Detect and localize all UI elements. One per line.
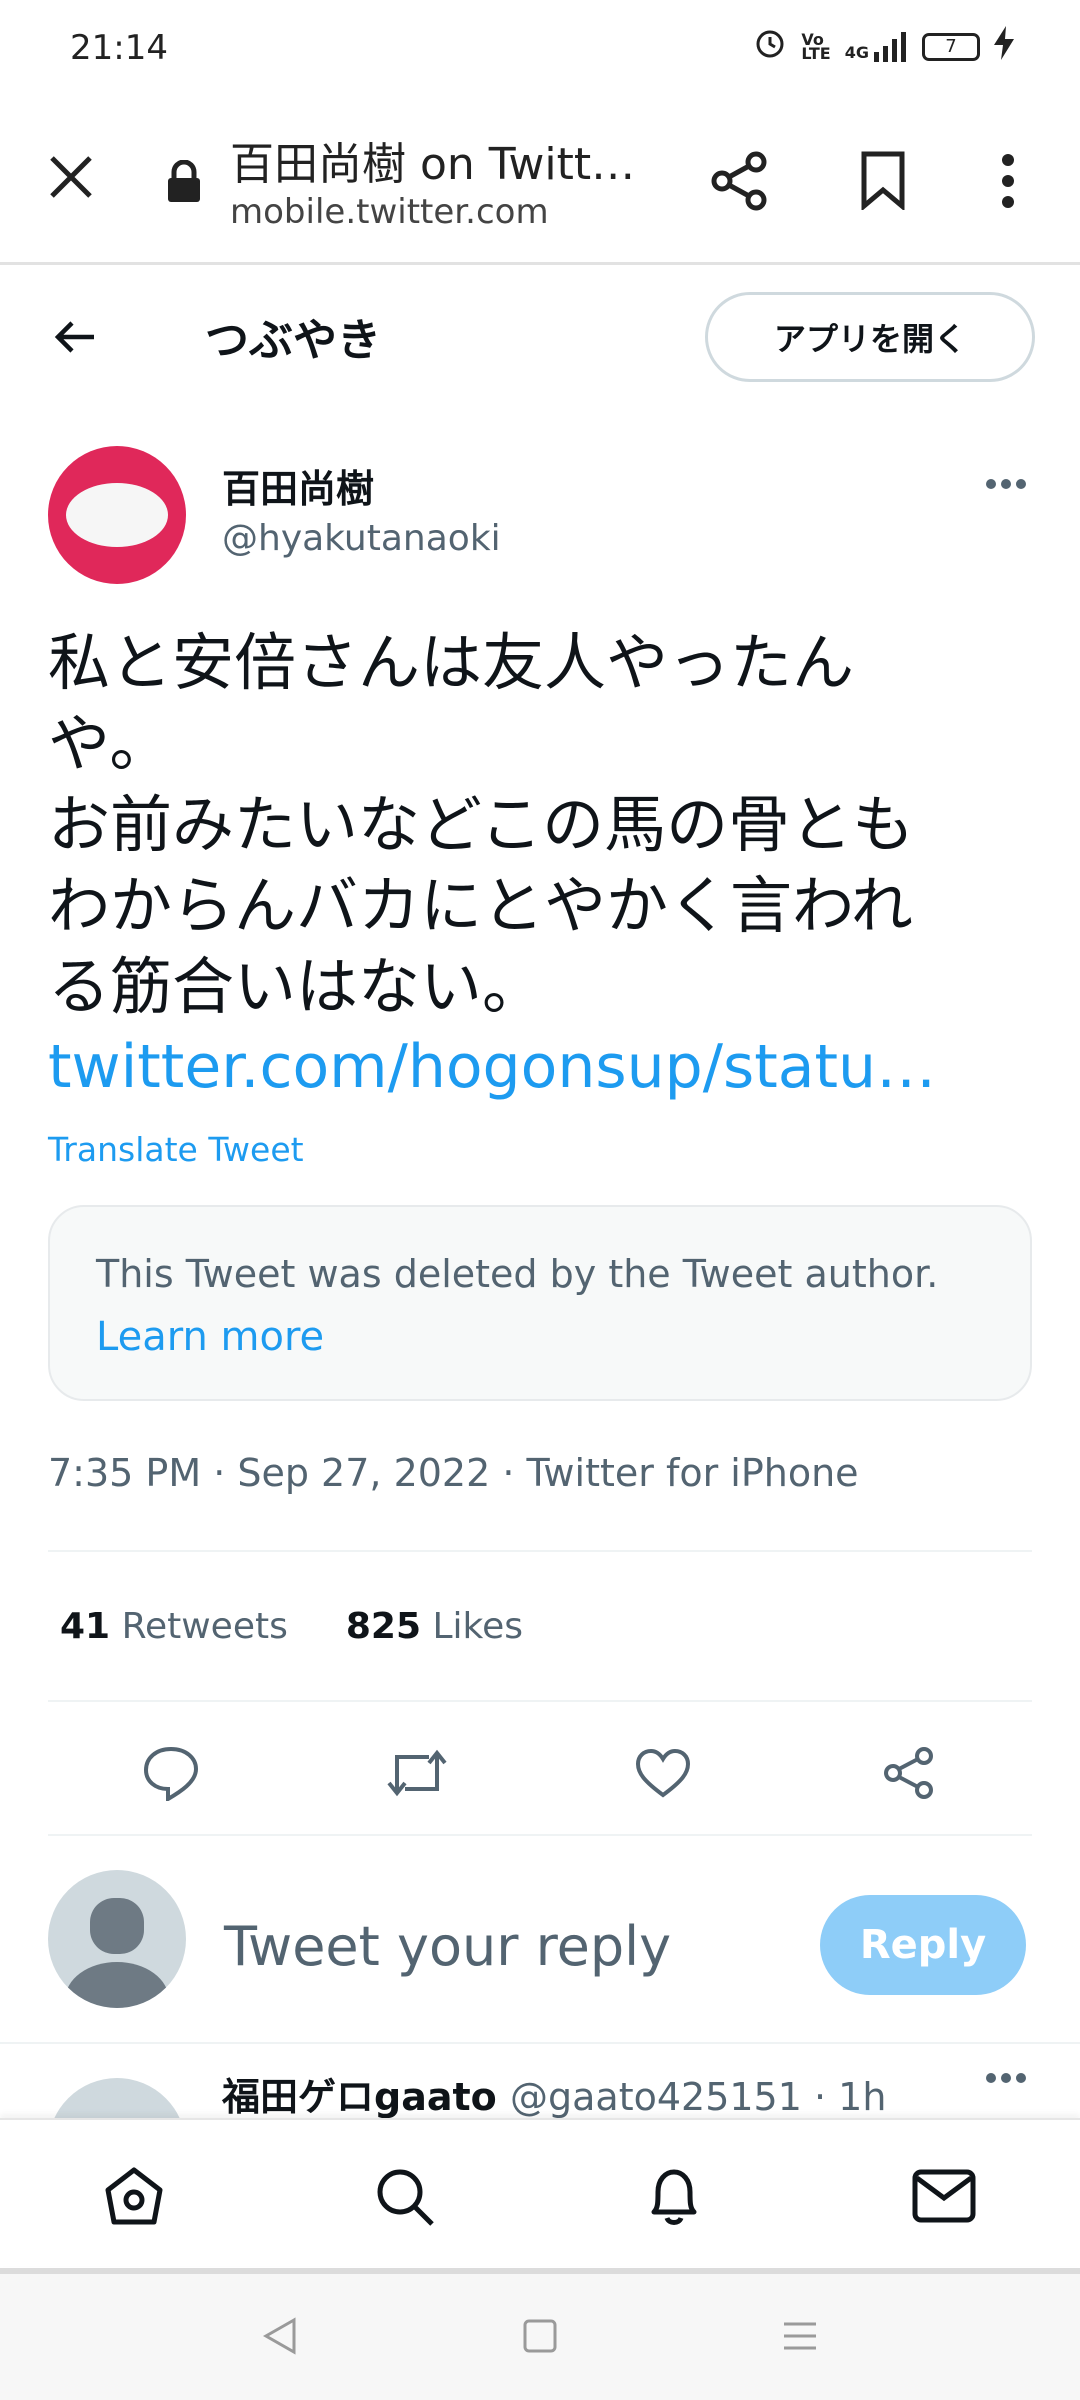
status-icons: Vo LTE 4G 7 <box>753 26 1014 67</box>
tweet-link[interactable]: twitter.com/hogonsup/statu… <box>48 1032 936 1102</box>
alarm-icon <box>753 26 787 67</box>
next-tweet-handle: @gaato425151 · 1h <box>510 2075 887 2118</box>
share-icon[interactable] <box>708 150 770 216</box>
retweets-stat[interactable]: 41 Retweets <box>60 1606 288 1647</box>
home-square-icon[interactable] <box>510 2306 570 2366</box>
likes-stat[interactable]: 825 Likes <box>346 1606 523 1647</box>
reply-input[interactable]: Tweet your reply <box>224 1915 671 1978</box>
author-handle[interactable]: @hyakutanaoki <box>222 518 501 559</box>
back-icon[interactable] <box>250 2306 310 2366</box>
share-tweet-icon[interactable] <box>874 1738 944 1808</box>
next-tweet-avatar[interactable] <box>48 2078 186 2118</box>
menu-icon[interactable] <box>770 2306 830 2366</box>
more-vert-icon[interactable] <box>998 152 1018 214</box>
more-horiz-icon[interactable] <box>985 476 1027 495</box>
next-tweet-header: 福田ゲロgaato @gaato425151 · 1h <box>222 2066 886 2118</box>
tweet-text: 私と安倍さんは友人やったん や。 お前みたいなどこの馬の骨とも わからんバカにと… <box>48 626 915 1023</box>
tweet-stats: 41 Retweets 825 Likes <box>60 1606 523 1647</box>
url-host[interactable]: mobile.twitter.com <box>230 192 549 232</box>
network-type: 4G <box>844 42 869 62</box>
reply-icon[interactable] <box>136 1738 206 1808</box>
divider <box>48 1700 1032 1702</box>
signal-icon: 4G <box>844 31 908 62</box>
likes-label: Likes <box>432 1606 523 1647</box>
likes-count: 825 <box>345 1606 421 1647</box>
like-icon[interactable] <box>628 1738 698 1808</box>
page-title: つぶやき <box>205 315 381 366</box>
retweets-count: 41 <box>60 1606 111 1647</box>
avatar-image <box>66 483 168 547</box>
battery-icon: 7 <box>922 32 980 61</box>
translate-tweet-link[interactable]: Translate Tweet <box>48 1130 304 1169</box>
next-tweet[interactable]: 福田ゲロgaato @gaato425151 · 1h <box>0 2044 1080 2118</box>
close-icon[interactable] <box>46 152 96 206</box>
status-time: 21:14 <box>70 28 168 68</box>
author-name[interactable]: 百田尚樹 <box>222 458 374 513</box>
volte-icon: Vo LTE <box>801 29 831 63</box>
messages-icon[interactable] <box>908 2160 980 2232</box>
lock-icon <box>166 159 202 208</box>
home-icon[interactable] <box>98 2160 170 2232</box>
bookmark-icon[interactable] <box>860 150 906 214</box>
tweet-timestamp[interactable]: 7:35 PM · Sep 27, 2022 · Twitter for iPh… <box>48 1451 859 1495</box>
divider <box>48 1834 1032 1836</box>
deleted-notice: This Tweet was deleted by the Tweet auth… <box>96 1252 939 1296</box>
open-app-button[interactable]: アプリを開く <box>705 292 1035 382</box>
retweet-icon[interactable] <box>382 1738 452 1808</box>
next-tweet-author[interactable]: 福田ゲロgaato <box>222 2075 497 2118</box>
next-tweet-more-icon[interactable] <box>985 2070 1027 2089</box>
quoted-tweet-card <box>48 1205 1032 1401</box>
charging-icon <box>994 26 1014 67</box>
notifications-icon[interactable] <box>638 2160 710 2232</box>
search-icon[interactable] <box>368 2160 440 2232</box>
author-avatar[interactable] <box>48 446 186 584</box>
page-title-url[interactable]: 百田尚樹 on Twitt… <box>230 128 650 192</box>
divider <box>48 1550 1032 1552</box>
user-avatar <box>48 1870 186 2008</box>
reply-button[interactable]: Reply <box>820 1895 1026 1995</box>
battery-level: 7 <box>945 36 957 57</box>
learn-more-link[interactable]: Learn more <box>96 1314 324 1360</box>
back-arrow-icon[interactable] <box>52 314 98 364</box>
retweets-label: Retweets <box>121 1606 288 1647</box>
